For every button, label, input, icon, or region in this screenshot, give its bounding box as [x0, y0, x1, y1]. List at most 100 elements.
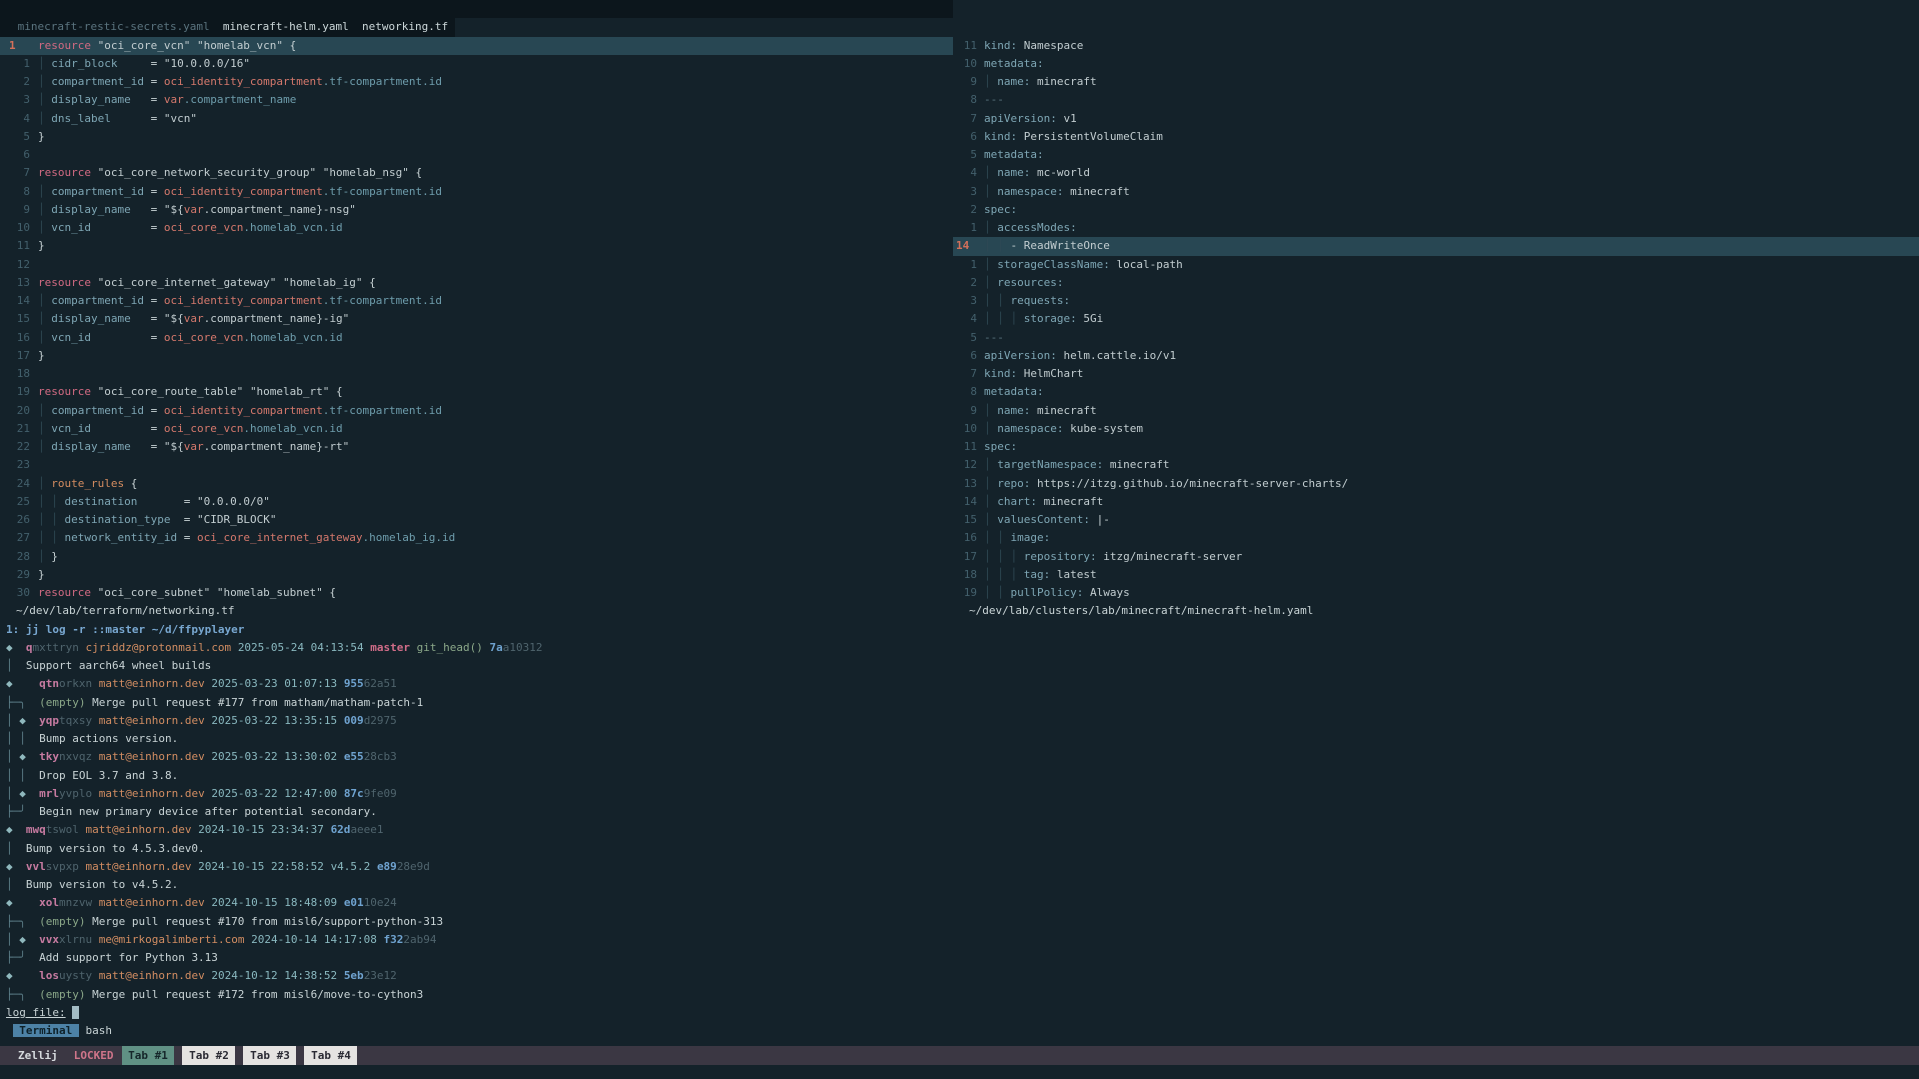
- text-span: q: [26, 641, 33, 654]
- zellij-tab[interactable]: Tab #4: [304, 1046, 357, 1065]
- code-line: 16│ │ image:: [953, 529, 1919, 547]
- text-span: =: [170, 513, 197, 526]
- line-number: 4: [953, 310, 984, 328]
- text-span: │: [984, 404, 997, 417]
- text-span: resource: [38, 385, 91, 398]
- text-span: targetNamespace:: [997, 458, 1103, 471]
- commit-node-icon: ◆: [19, 750, 26, 763]
- zellij-tab[interactable]: Tab #2: [182, 1046, 235, 1065]
- buffer-tab[interactable]: minecraft-restic-secrets.yaml: [11, 20, 216, 33]
- text-span: 2024-10-15 23:34:37: [198, 823, 324, 836]
- line-number: 2: [0, 73, 38, 91]
- line-number: 6: [953, 347, 984, 365]
- text-span: kube-system: [1063, 422, 1142, 435]
- buffer-tab[interactable]: minecraft-helm.yaml: [216, 20, 355, 33]
- line-number: 7: [953, 365, 984, 383]
- line-number: 8: [953, 91, 984, 109]
- line-number: 27: [0, 529, 38, 547]
- line-number: 4: [953, 164, 984, 182]
- text-span: │: [51, 513, 64, 526]
- text-span: │: [984, 422, 997, 435]
- text-span: compartment_id: [51, 185, 144, 198]
- text-span: cidr_block: [51, 57, 117, 70]
- text-span: "homelab_subnet": [217, 586, 323, 599]
- text-span: xlrnu: [59, 933, 92, 946]
- text-span: =: [144, 185, 164, 198]
- code-line: 17}: [0, 347, 953, 365]
- text-span: [370, 860, 377, 873]
- text-span: }: [51, 550, 58, 563]
- text-span: aeee1: [350, 823, 383, 836]
- text-span: .tf-compartment.id: [323, 185, 442, 198]
- text-span: 2ab94: [403, 933, 436, 946]
- text-span: oci_identity_compartment: [164, 75, 323, 88]
- line-number: 13: [953, 475, 984, 493]
- text-span: │: [38, 331, 51, 344]
- text-span: Merge pull request #170 from misl6/suppo…: [85, 915, 443, 928]
- text-span: │: [38, 75, 51, 88]
- terminal-line: │ ◆ mrlyvplo matt@einhorn.dev 2025-03-22…: [6, 785, 1919, 803]
- text-span: 28cb3: [364, 750, 397, 763]
- code-line: 19│ │ pullPolicy: Always: [953, 584, 1919, 602]
- line-number: 13: [0, 274, 38, 292]
- code-line: 8---: [953, 91, 1919, 109]
- text-span: │: [38, 531, 51, 544]
- text-span: [243, 385, 250, 398]
- line-number: 5: [0, 128, 38, 146]
- text-span: │: [6, 878, 13, 891]
- text-span: 2024-10-15 18:48:09: [211, 896, 337, 909]
- line-number: 7: [0, 164, 38, 182]
- text-span: │: [38, 312, 51, 325]
- terminal-line: ◆ vvlsvpxp matt@einhorn.dev 2024-10-15 2…: [6, 858, 1919, 876]
- text-span: oci_core_vcn: [164, 422, 243, 435]
- code-line: 3│ namespace: minecraft: [953, 183, 1919, 201]
- editor-pane-minecraft-helm-yaml[interactable]: 11kind: Namespace10metadata:9│ name: min…: [953, 0, 1919, 621]
- terminal-line: │ ◆ yqptqxsy matt@einhorn.dev 2025-03-22…: [6, 712, 1919, 730]
- line-number: 16: [953, 529, 984, 547]
- text-span: dns_label: [51, 112, 111, 125]
- editor-pane-networking-tf[interactable]: minecraft-restic-secrets.yaml minecraft-…: [0, 0, 953, 621]
- zellij-tab[interactable]: Tab #3: [243, 1046, 296, 1065]
- text-span: var: [184, 312, 204, 325]
- text-span: itzg/minecraft-server: [1097, 550, 1243, 563]
- text-span: │: [984, 495, 997, 508]
- text-span: compartment_id: [51, 75, 144, 88]
- text-span: │: [997, 239, 1010, 252]
- text-span: .homelab_vcn.id: [243, 221, 342, 234]
- terminal-line: 1: jj log -r ::master ~/d/ffpyplayer: [6, 621, 1919, 639]
- commit-node-icon: ◆: [19, 714, 26, 727]
- line-number: 11: [953, 438, 984, 456]
- text-span: [231, 641, 238, 654]
- terminal-line: ├─╮ (empty) Merge pull request #170 from…: [6, 913, 1919, 931]
- code-line: 1│ cidr_block = "10.0.0.0/16": [0, 55, 953, 73]
- text-span: │: [997, 294, 1010, 307]
- zellij-status-bar: ZellijLOCKED Tab #1 Tab #2 Tab #3 Tab #4: [0, 1046, 1919, 1065]
- text-span: los: [39, 969, 59, 982]
- text-span: e01: [344, 896, 364, 909]
- line-number: 23: [0, 456, 38, 474]
- text-span: tag:: [1024, 568, 1051, 581]
- text-span: 1: jj log -r ::master ~/d/ffpyplayer: [6, 623, 244, 636]
- line-number: 4: [0, 110, 38, 128]
- line-number: 19: [953, 584, 984, 602]
- line-number: 14: [953, 493, 984, 511]
- text-span: destination: [65, 495, 138, 508]
- code-line: 28│ }: [0, 548, 953, 566]
- text-span: valuesContent:: [997, 513, 1090, 526]
- text-span: │: [984, 294, 997, 307]
- code-line: 2│ resources:: [953, 274, 1919, 292]
- line-number: 12: [953, 456, 984, 474]
- text-span: [91, 276, 98, 289]
- text-span: │: [984, 166, 997, 179]
- line-number: 15: [0, 310, 38, 328]
- code-line: 5---: [953, 329, 1919, 347]
- commit-node-icon: ◆: [6, 969, 13, 982]
- terminal-pane[interactable]: 1: jj log -r ::master ~/d/ffpyplayer◆ qm…: [0, 621, 1919, 1041]
- text-span: metadata:: [984, 148, 1044, 161]
- code-line: 3│ display_name = var.compartment_name: [0, 91, 953, 109]
- text-span: name:: [997, 75, 1030, 88]
- buffer-tab[interactable]: networking.tf: [355, 20, 454, 33]
- text-span: resource: [38, 586, 91, 599]
- code-line: 18: [0, 365, 953, 383]
- zellij-tab-active[interactable]: Tab #1: [122, 1046, 175, 1065]
